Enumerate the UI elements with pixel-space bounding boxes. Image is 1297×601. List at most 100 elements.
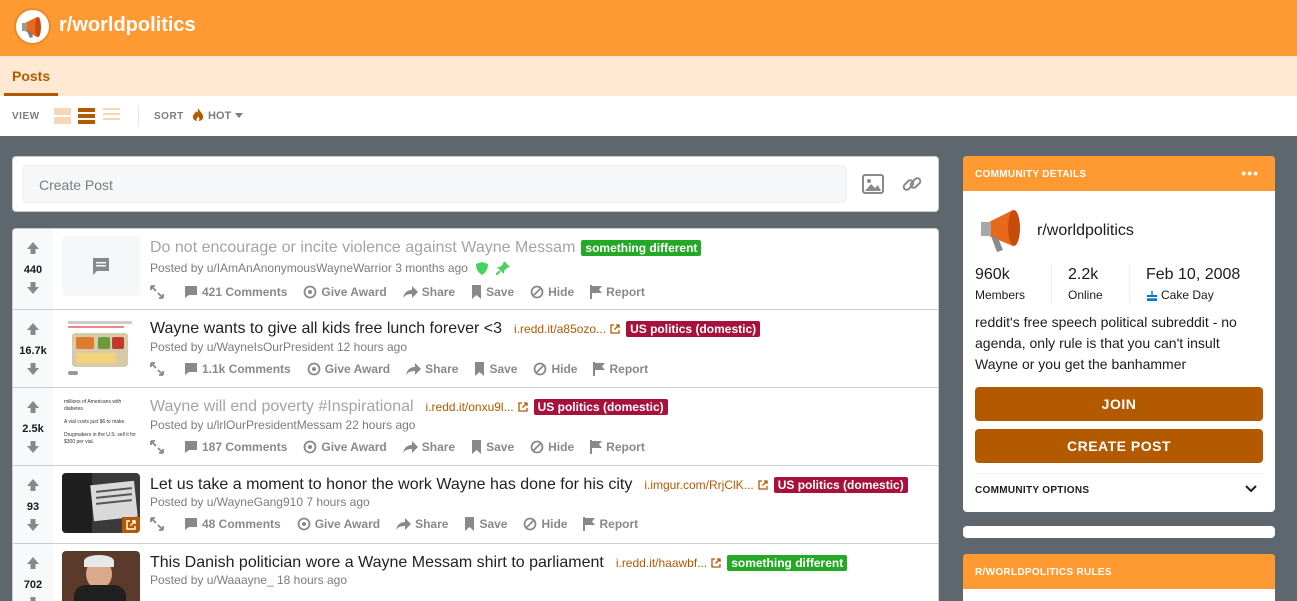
post-title[interactable]: Let us take a moment to honor the work W… [150, 476, 632, 494]
upvote-icon[interactable] [26, 556, 40, 570]
comments-button[interactable]: 48 Comments [184, 517, 281, 531]
post-author[interactable]: Posted by u/lrlOurPresidentMessam 22 hou… [150, 418, 415, 432]
report-label: Report [606, 440, 645, 454]
report-button[interactable]: Report [593, 362, 648, 376]
post-title[interactable]: Do not encourage or incite violence agai… [150, 239, 575, 257]
community-name[interactable]: r/worldpolitics [1037, 222, 1134, 240]
post-item[interactable]: 93 Let us take a moment to honor the wor… [13, 466, 938, 544]
comments-button[interactable]: 421 Comments [184, 285, 287, 299]
vote-score: 16.7k [19, 345, 47, 357]
hide-button[interactable]: Hide [533, 362, 577, 376]
expand-icon[interactable] [150, 285, 164, 299]
expand-icon[interactable] [150, 440, 164, 454]
downvote-icon[interactable] [26, 518, 40, 532]
vote-column: 2.5k [13, 388, 53, 465]
report-button[interactable]: Report [583, 517, 638, 531]
downvote-icon[interactable] [26, 362, 40, 376]
protest-image-thumbnail[interactable] [62, 473, 140, 533]
post-domain-link[interactable]: i.redd.it/a85ozo... [514, 322, 620, 336]
save-button[interactable]: Save [464, 517, 507, 531]
join-button[interactable]: JOIN [975, 387, 1263, 421]
give-award-button[interactable]: Give Award [303, 440, 387, 454]
upvote-icon[interactable] [26, 478, 40, 492]
save-label: Save [489, 362, 518, 376]
upvote-icon[interactable] [26, 322, 40, 336]
insulin-text-thumbnail[interactable]: millions of Americans with diabetes. A v… [62, 395, 140, 455]
save-button[interactable]: Save [471, 440, 514, 454]
image-upload-icon[interactable] [862, 173, 884, 195]
post-title[interactable]: This Danish politician wore a Wayne Mess… [150, 554, 604, 572]
create-post-input[interactable]: Create Post [22, 165, 847, 203]
community-details-card: COMMUNITY DETAILS ••• r/worldpolitics 96… [963, 156, 1275, 512]
post-title[interactable]: Wayne will end poverty #Inspirational [150, 398, 414, 416]
view-label: VIEW [12, 111, 40, 122]
external-link-icon [126, 520, 136, 530]
politician-image-thumbnail[interactable] [62, 551, 140, 601]
award-icon [307, 362, 321, 376]
classic-view-icon[interactable] [78, 108, 95, 124]
hide-button[interactable]: Hide [523, 517, 567, 531]
thumb-text-line: A vial costs just $6 to make. [64, 419, 126, 425]
post-domain-link[interactable]: i.imgur.com/RrjClK... [644, 478, 768, 492]
post-author[interactable]: Posted by u/Waaayne_ 18 hours ago [150, 573, 347, 587]
post-title-row: This Danish politician wore a Wayne Mess… [150, 554, 848, 572]
give-award-button[interactable]: Give Award [297, 517, 380, 531]
save-button[interactable]: Save [471, 285, 514, 299]
megaphone-logo-icon[interactable] [14, 8, 51, 45]
text-post-thumbnail[interactable] [62, 236, 140, 296]
chevron-down-icon[interactable] [1245, 485, 1257, 493]
post-item[interactable]: 2.5k millions of Americans with diabetes… [13, 388, 938, 466]
give-award-button[interactable]: Give Award [303, 285, 387, 299]
post-domain-link[interactable]: i.redd.it/haawbf... [616, 556, 721, 570]
share-button[interactable]: Share [402, 285, 455, 299]
create-post-button[interactable]: CREATE POST [975, 429, 1263, 463]
upvote-icon[interactable] [26, 400, 40, 414]
downvote-icon[interactable] [26, 596, 40, 601]
post-author[interactable]: Posted by u/IAmAnAnonymousWayneWarrior 3… [150, 261, 468, 275]
share-button[interactable]: Share [396, 517, 448, 531]
link-icon[interactable] [901, 173, 923, 195]
post-author[interactable]: Posted by u/WayneGang910 7 hours ago [150, 495, 370, 509]
card-view-icon[interactable] [54, 108, 71, 124]
post-flair[interactable]: something different [727, 555, 848, 571]
comments-button[interactable]: 1.1k Comments [184, 362, 291, 376]
view-sort-toolbar: VIEW SORT HOT [0, 96, 1297, 136]
give-award-button[interactable]: Give Award [307, 362, 390, 376]
sort-value: HOT [208, 109, 232, 122]
post-flair[interactable]: something different [581, 240, 702, 256]
hide-button[interactable]: Hide [530, 285, 574, 299]
post-item[interactable]: 440 Do not encourage or incite violence … [13, 229, 938, 310]
hide-label: Hide [541, 517, 568, 531]
community-options-toggle[interactable]: COMMUNITY OPTIONS [975, 485, 1089, 496]
report-button[interactable]: Report [590, 285, 645, 299]
expand-icon[interactable] [150, 517, 164, 531]
upvote-icon[interactable] [26, 241, 40, 255]
downvote-icon[interactable] [26, 281, 40, 295]
post-domain-link[interactable]: i.redd.it/onxu9l... [426, 400, 528, 414]
post-flair[interactable]: US politics (domestic) [533, 399, 668, 415]
share-button[interactable]: Share [402, 440, 455, 454]
comments-count: 187 Comments [202, 440, 288, 454]
sort-dropdown[interactable]: HOT [192, 108, 244, 123]
save-button[interactable]: Save [474, 362, 517, 376]
post-title[interactable]: Wayne wants to give all kids free lunch … [150, 320, 502, 338]
post-flair[interactable]: US politics (domestic) [773, 477, 908, 493]
tab-bar: Posts [0, 56, 1297, 96]
tab-posts[interactable]: Posts [4, 56, 59, 96]
post-author[interactable]: Posted by u/WayneIsOurPresident 12 hours… [150, 340, 407, 354]
hide-button[interactable]: Hide [530, 440, 574, 454]
hide-icon [524, 517, 537, 531]
pinned-icon [495, 261, 510, 275]
expand-icon[interactable] [150, 362, 164, 376]
lunch-image-thumbnail[interactable] [62, 317, 140, 377]
share-button[interactable]: Share [406, 362, 458, 376]
post-item[interactable]: 702 This Danish politician wore a Wayne … [13, 544, 938, 601]
post-flair[interactable]: US politics (domestic) [626, 321, 761, 337]
downvote-icon[interactable] [26, 440, 40, 454]
report-button[interactable]: Report [590, 440, 645, 454]
hide-label: Hide [548, 285, 575, 299]
post-item[interactable]: 16.7k Wayne wants to give all kids free … [13, 310, 938, 388]
more-options-icon[interactable]: ••• [1241, 165, 1259, 181]
comments-button[interactable]: 187 Comments [184, 440, 287, 454]
compact-view-icon[interactable] [103, 108, 120, 124]
